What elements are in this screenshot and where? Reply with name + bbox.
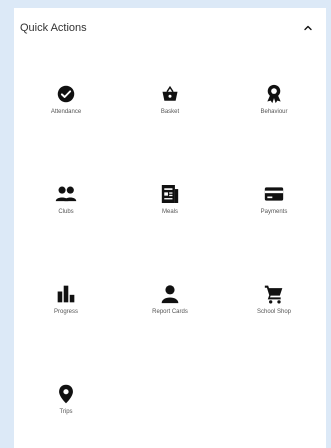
action-school-shop[interactable]: School Shop [222,248,326,348]
newspaper-icon [158,182,182,206]
action-label: Clubs [58,209,74,215]
shopping-cart-icon [262,282,286,306]
action-attendance[interactable]: Attendance [14,48,118,148]
collapse-toggle-button[interactable] [298,18,318,38]
action-meals[interactable]: Meals [118,148,222,248]
check-circle-icon [54,82,78,106]
action-label: Trips [59,409,73,415]
action-basket[interactable]: Basket [118,48,222,148]
action-trips[interactable]: Trips [14,348,118,448]
action-behaviour[interactable]: Behaviour [222,48,326,148]
chevron-up-icon [304,25,312,31]
quick-actions-panel: Quick Actions Attendance Basket Behaviou… [14,8,326,448]
action-label: Progress [53,309,78,315]
action-report-cards[interactable]: Report Cards [118,248,222,348]
action-label: Report Cards [152,309,188,315]
action-label: School Shop [256,309,292,315]
action-label: Payments [260,209,288,215]
action-label: Behaviour [260,109,288,115]
person-icon [158,282,182,306]
action-progress[interactable]: Progress [14,248,118,348]
action-label: Meals [161,209,178,215]
map-pin-icon [54,382,78,406]
panel-header: Quick Actions [14,8,326,48]
action-payments[interactable]: Payments [222,148,326,248]
panel-title: Quick Actions [20,22,87,34]
award-icon [262,82,286,106]
basket-icon [158,82,182,106]
action-label: Basket [160,109,180,115]
credit-card-icon [262,182,286,206]
people-icon [54,182,78,206]
bar-chart-icon [54,282,78,306]
action-label: Attendance [50,109,82,115]
action-clubs[interactable]: Clubs [14,148,118,248]
